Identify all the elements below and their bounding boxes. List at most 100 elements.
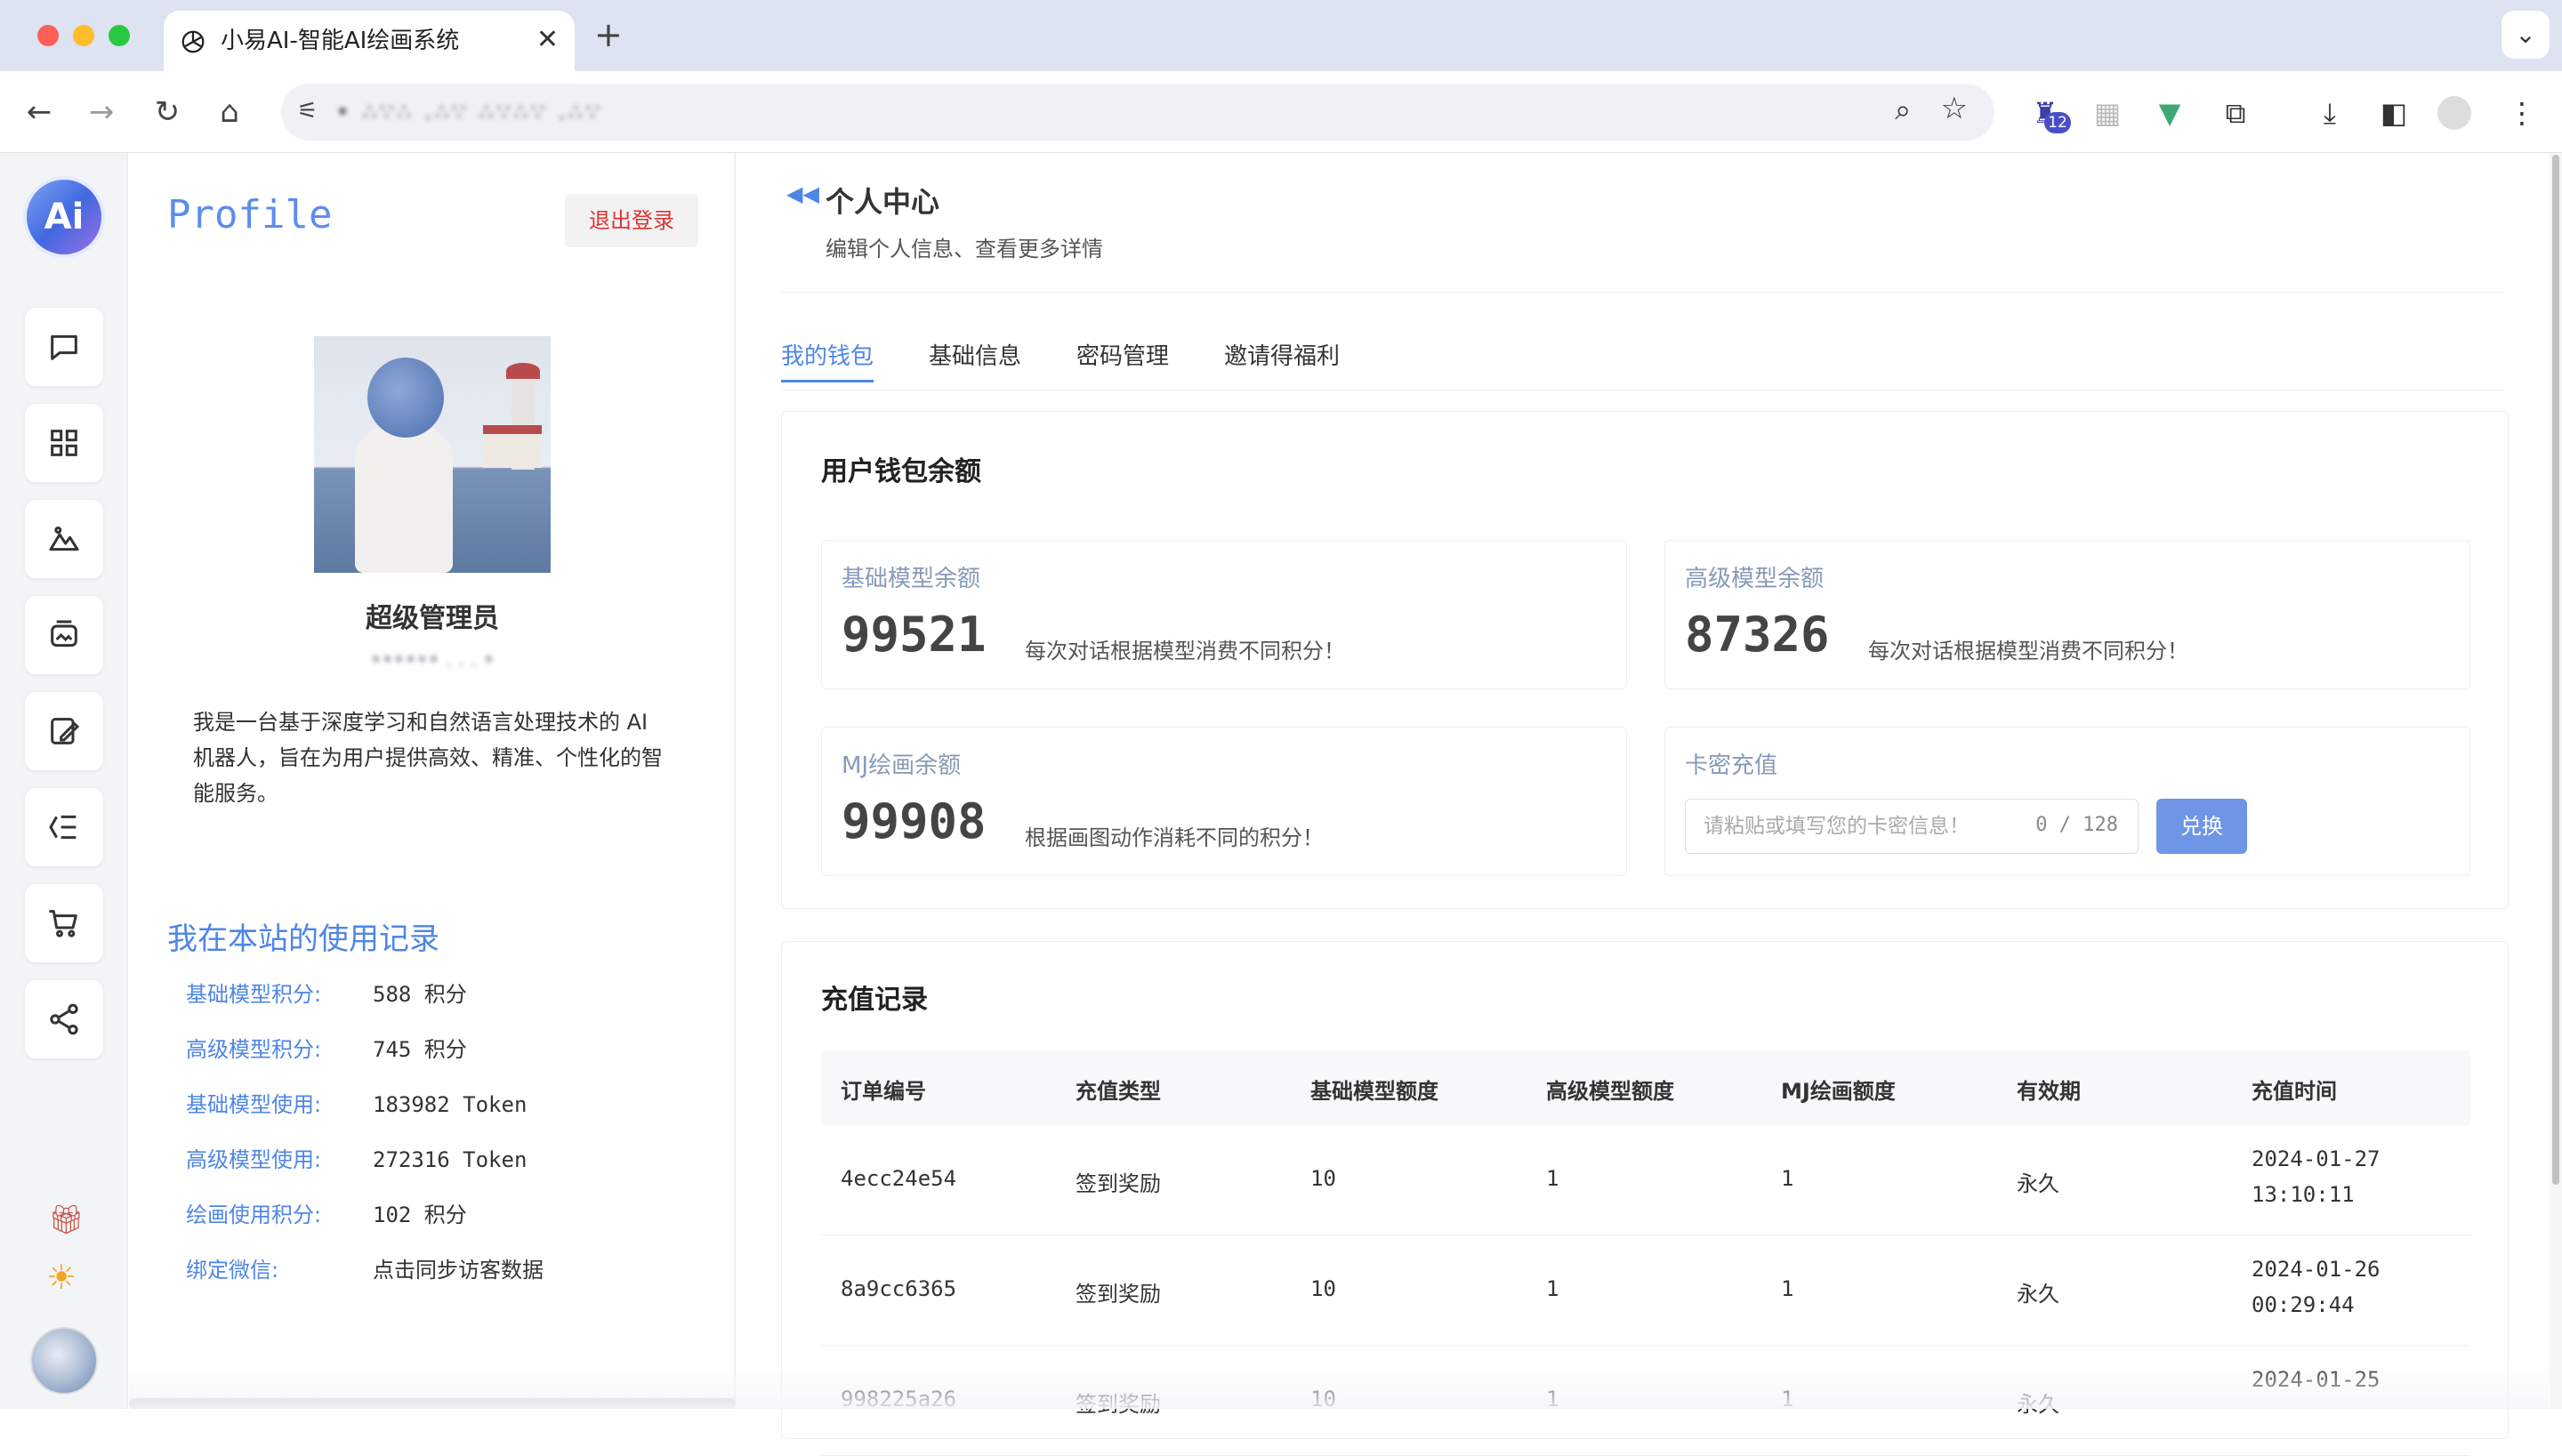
divider bbox=[781, 292, 2505, 293]
bookmark-star-icon[interactable]: ☆ bbox=[1941, 91, 1968, 126]
recharge-records-title: 充值记录 bbox=[821, 985, 928, 1016]
logout-button[interactable]: 退出登录 bbox=[565, 194, 698, 247]
usage-stat-value: 183982 Token bbox=[373, 1092, 528, 1117]
usage-stat-value: 588 积分 bbox=[373, 982, 467, 1007]
window-maximize-button[interactable] bbox=[109, 25, 130, 46]
extension-badge: 12 bbox=[2044, 112, 2071, 133]
chat-bubble-icon bbox=[51, 334, 77, 360]
tab-password[interactable]: 密码管理 bbox=[1076, 338, 1169, 382]
basic-balance-label: 基础模型余额 bbox=[842, 566, 981, 592]
profile-avatar-icon[interactable] bbox=[2437, 96, 2471, 130]
redeem-button[interactable]: 兑换 bbox=[2156, 799, 2247, 854]
outline-list-icon bbox=[49, 815, 77, 840]
mj-balance-label: MJ绘画余额 bbox=[842, 752, 962, 779]
openai-logo-icon bbox=[181, 30, 205, 53]
table-header-row: 订单编号 充值类型 基础模型额度 高级模型额度 MJ绘画额度 有效期 充值时间 bbox=[821, 1050, 2470, 1125]
browser-tab-bar: 小易AI-智能AI绘画系统 ✕ + ⌄ bbox=[0, 0, 2562, 71]
mj-balance-value: 99908 bbox=[842, 793, 987, 849]
address-bar[interactable]: ⚟ • ∴∵∴ .∴∵ ∴∵∴∵ .∴∵ ⌕ ☆ bbox=[281, 84, 1994, 141]
url-text: • ∴∵∴ .∴∵ ∴∵∴∵ .∴∵ bbox=[336, 100, 603, 123]
zoom-icon[interactable]: ⌕ bbox=[1895, 93, 1911, 127]
forward-arrow-icon[interactable]: → bbox=[80, 91, 123, 133]
tab-invite[interactable]: 邀请得福利 bbox=[1224, 338, 1340, 382]
validity-cell: 永久 bbox=[2017, 1282, 2059, 1307]
chat-nav-button[interactable] bbox=[25, 308, 103, 386]
side-panel-icon[interactable]: ◧ bbox=[2373, 93, 2414, 133]
wallet-card: 用户钱包余额 基础模型余额 99521 每次对话根据模型消费不同积分！ 高级模型… bbox=[781, 411, 2509, 909]
usage-stat-label: 基础模型使用: bbox=[186, 1092, 322, 1117]
gallery-nav-button[interactable] bbox=[25, 596, 103, 674]
tab-basic-info[interactable]: 基础信息 bbox=[929, 338, 1021, 382]
back-arrow-icon[interactable]: ← bbox=[18, 91, 60, 133]
usage-stat-value: 745 积分 bbox=[373, 1037, 467, 1062]
card-code-input[interactable] bbox=[1704, 800, 2033, 853]
back-double-arrow-icon[interactable]: ◀◀ bbox=[786, 181, 819, 206]
browser-tab[interactable]: 小易AI-智能AI绘画系统 ✕ bbox=[164, 11, 575, 71]
recharge-time-cell: 00:29:44 bbox=[2252, 1292, 2355, 1317]
shop-nav-button[interactable] bbox=[25, 884, 103, 962]
sun-theme-icon[interactable]: ☀ bbox=[46, 1258, 77, 1297]
column-header[interactable]: 有效期 bbox=[2017, 1074, 2081, 1105]
basic-quota-cell: 10 bbox=[1310, 1276, 1336, 1301]
window-minimize-button[interactable] bbox=[73, 25, 94, 46]
validity-cell: 永久 bbox=[2017, 1171, 2059, 1196]
type-cell: 签到奖励 bbox=[1076, 1171, 1161, 1196]
order-id-cell: 4ecc24e54 bbox=[841, 1166, 957, 1191]
usage-stat-label: 高级模型使用: bbox=[186, 1147, 322, 1172]
grid-icon bbox=[51, 430, 77, 456]
tab-close-icon[interactable]: ✕ bbox=[536, 23, 559, 57]
drawing-nav-button[interactable] bbox=[25, 500, 103, 578]
usage-stat-label: 绘画使用积分: bbox=[186, 1203, 322, 1227]
advanced-balance-box: 高级模型余额 87326 每次对话根据模型消费不同积分！ bbox=[1664, 540, 2470, 689]
column-header[interactable]: 订单编号 bbox=[841, 1074, 926, 1105]
app-logo[interactable]: Ai bbox=[27, 180, 101, 254]
profile-avatar-image[interactable] bbox=[314, 336, 551, 573]
extension-grid-icon[interactable]: ▦ bbox=[2087, 93, 2128, 133]
site-settings-icon[interactable]: ⚟ bbox=[297, 98, 318, 125]
vertical-scrollbar-thumb[interactable] bbox=[2552, 155, 2559, 1185]
sync-wechat-link[interactable]: 点击同步访客数据 bbox=[373, 1252, 544, 1288]
advanced-balance-note: 每次对话根据模型消费不同积分！ bbox=[1868, 639, 2188, 664]
type-cell: 签到奖励 bbox=[1076, 1282, 1161, 1307]
usage-records-title: 我在本站的使用记录 bbox=[167, 921, 439, 957]
browser-menu-icon[interactable]: ⋮ bbox=[2502, 93, 2542, 133]
card-code-field[interactable]: 0 / 128 bbox=[1685, 799, 2139, 854]
reload-icon[interactable]: ↻ bbox=[146, 91, 189, 133]
vertical-scrollbar[interactable] bbox=[2550, 153, 2562, 1409]
mindmap-nav-button[interactable] bbox=[25, 788, 103, 866]
usage-stat-label: 高级模型积分: bbox=[186, 1037, 322, 1062]
order-id-cell: 8a9cc6365 bbox=[841, 1276, 957, 1301]
column-header[interactable]: 充值类型 bbox=[1076, 1074, 1161, 1105]
edit-image-nav-button[interactable] bbox=[25, 692, 103, 770]
wallet-title: 用户钱包余额 bbox=[821, 456, 981, 487]
share-nav-button[interactable] bbox=[25, 980, 103, 1058]
window-close-button[interactable] bbox=[37, 25, 59, 46]
column-header[interactable]: MJ绘画额度 bbox=[1781, 1074, 1896, 1105]
vue-devtools-icon[interactable]: ▼ bbox=[2149, 93, 2190, 133]
mj-balance-box: MJ绘画余额 99908 根据画图动作消耗不同的积分！ bbox=[821, 727, 1627, 876]
home-icon[interactable]: ⌂ bbox=[208, 91, 251, 133]
card-recharge-box: 卡密充值 0 / 128 兑换 bbox=[1664, 727, 2470, 876]
apps-nav-button[interactable] bbox=[25, 404, 103, 482]
recharge-date-cell: 2024-01-26 bbox=[2252, 1257, 2381, 1282]
edit-image-icon bbox=[51, 718, 80, 744]
column-header[interactable]: 充值时间 bbox=[2252, 1074, 2337, 1105]
advanced-balance-label: 高级模型余额 bbox=[1685, 566, 1825, 592]
column-header[interactable]: 高级模型额度 bbox=[1546, 1074, 1674, 1105]
left-nav-rail: Ai 🎁︎ ☀ bbox=[0, 153, 128, 1409]
user-avatar[interactable] bbox=[30, 1327, 98, 1395]
usage-stat-label: 绑定微信: bbox=[186, 1258, 279, 1283]
recharge-date-cell: 2024-01-27 bbox=[2252, 1146, 2381, 1171]
tab-wallet[interactable]: 我的钱包 bbox=[781, 338, 874, 382]
column-header[interactable]: 基础模型额度 bbox=[1310, 1074, 1438, 1105]
extension-graduation-cap-icon[interactable]: ♜ 12 bbox=[2025, 93, 2071, 133]
profile-title: Profile bbox=[167, 192, 333, 237]
extensions-puzzle-icon[interactable]: ⧉ bbox=[2215, 93, 2256, 133]
new-tab-button[interactable]: + bbox=[594, 16, 623, 53]
tab-search-chevron-icon[interactable]: ⌄ bbox=[2502, 11, 2550, 59]
browser-tab-title: 小易AI-智能AI绘画系统 bbox=[221, 28, 460, 54]
basic-balance-value: 99521 bbox=[842, 607, 987, 663]
download-icon[interactable]: ⤓ bbox=[2309, 93, 2350, 133]
gift-icon[interactable]: 🎁︎ bbox=[48, 1203, 85, 1236]
advanced-balance-value: 87326 bbox=[1685, 607, 1830, 663]
